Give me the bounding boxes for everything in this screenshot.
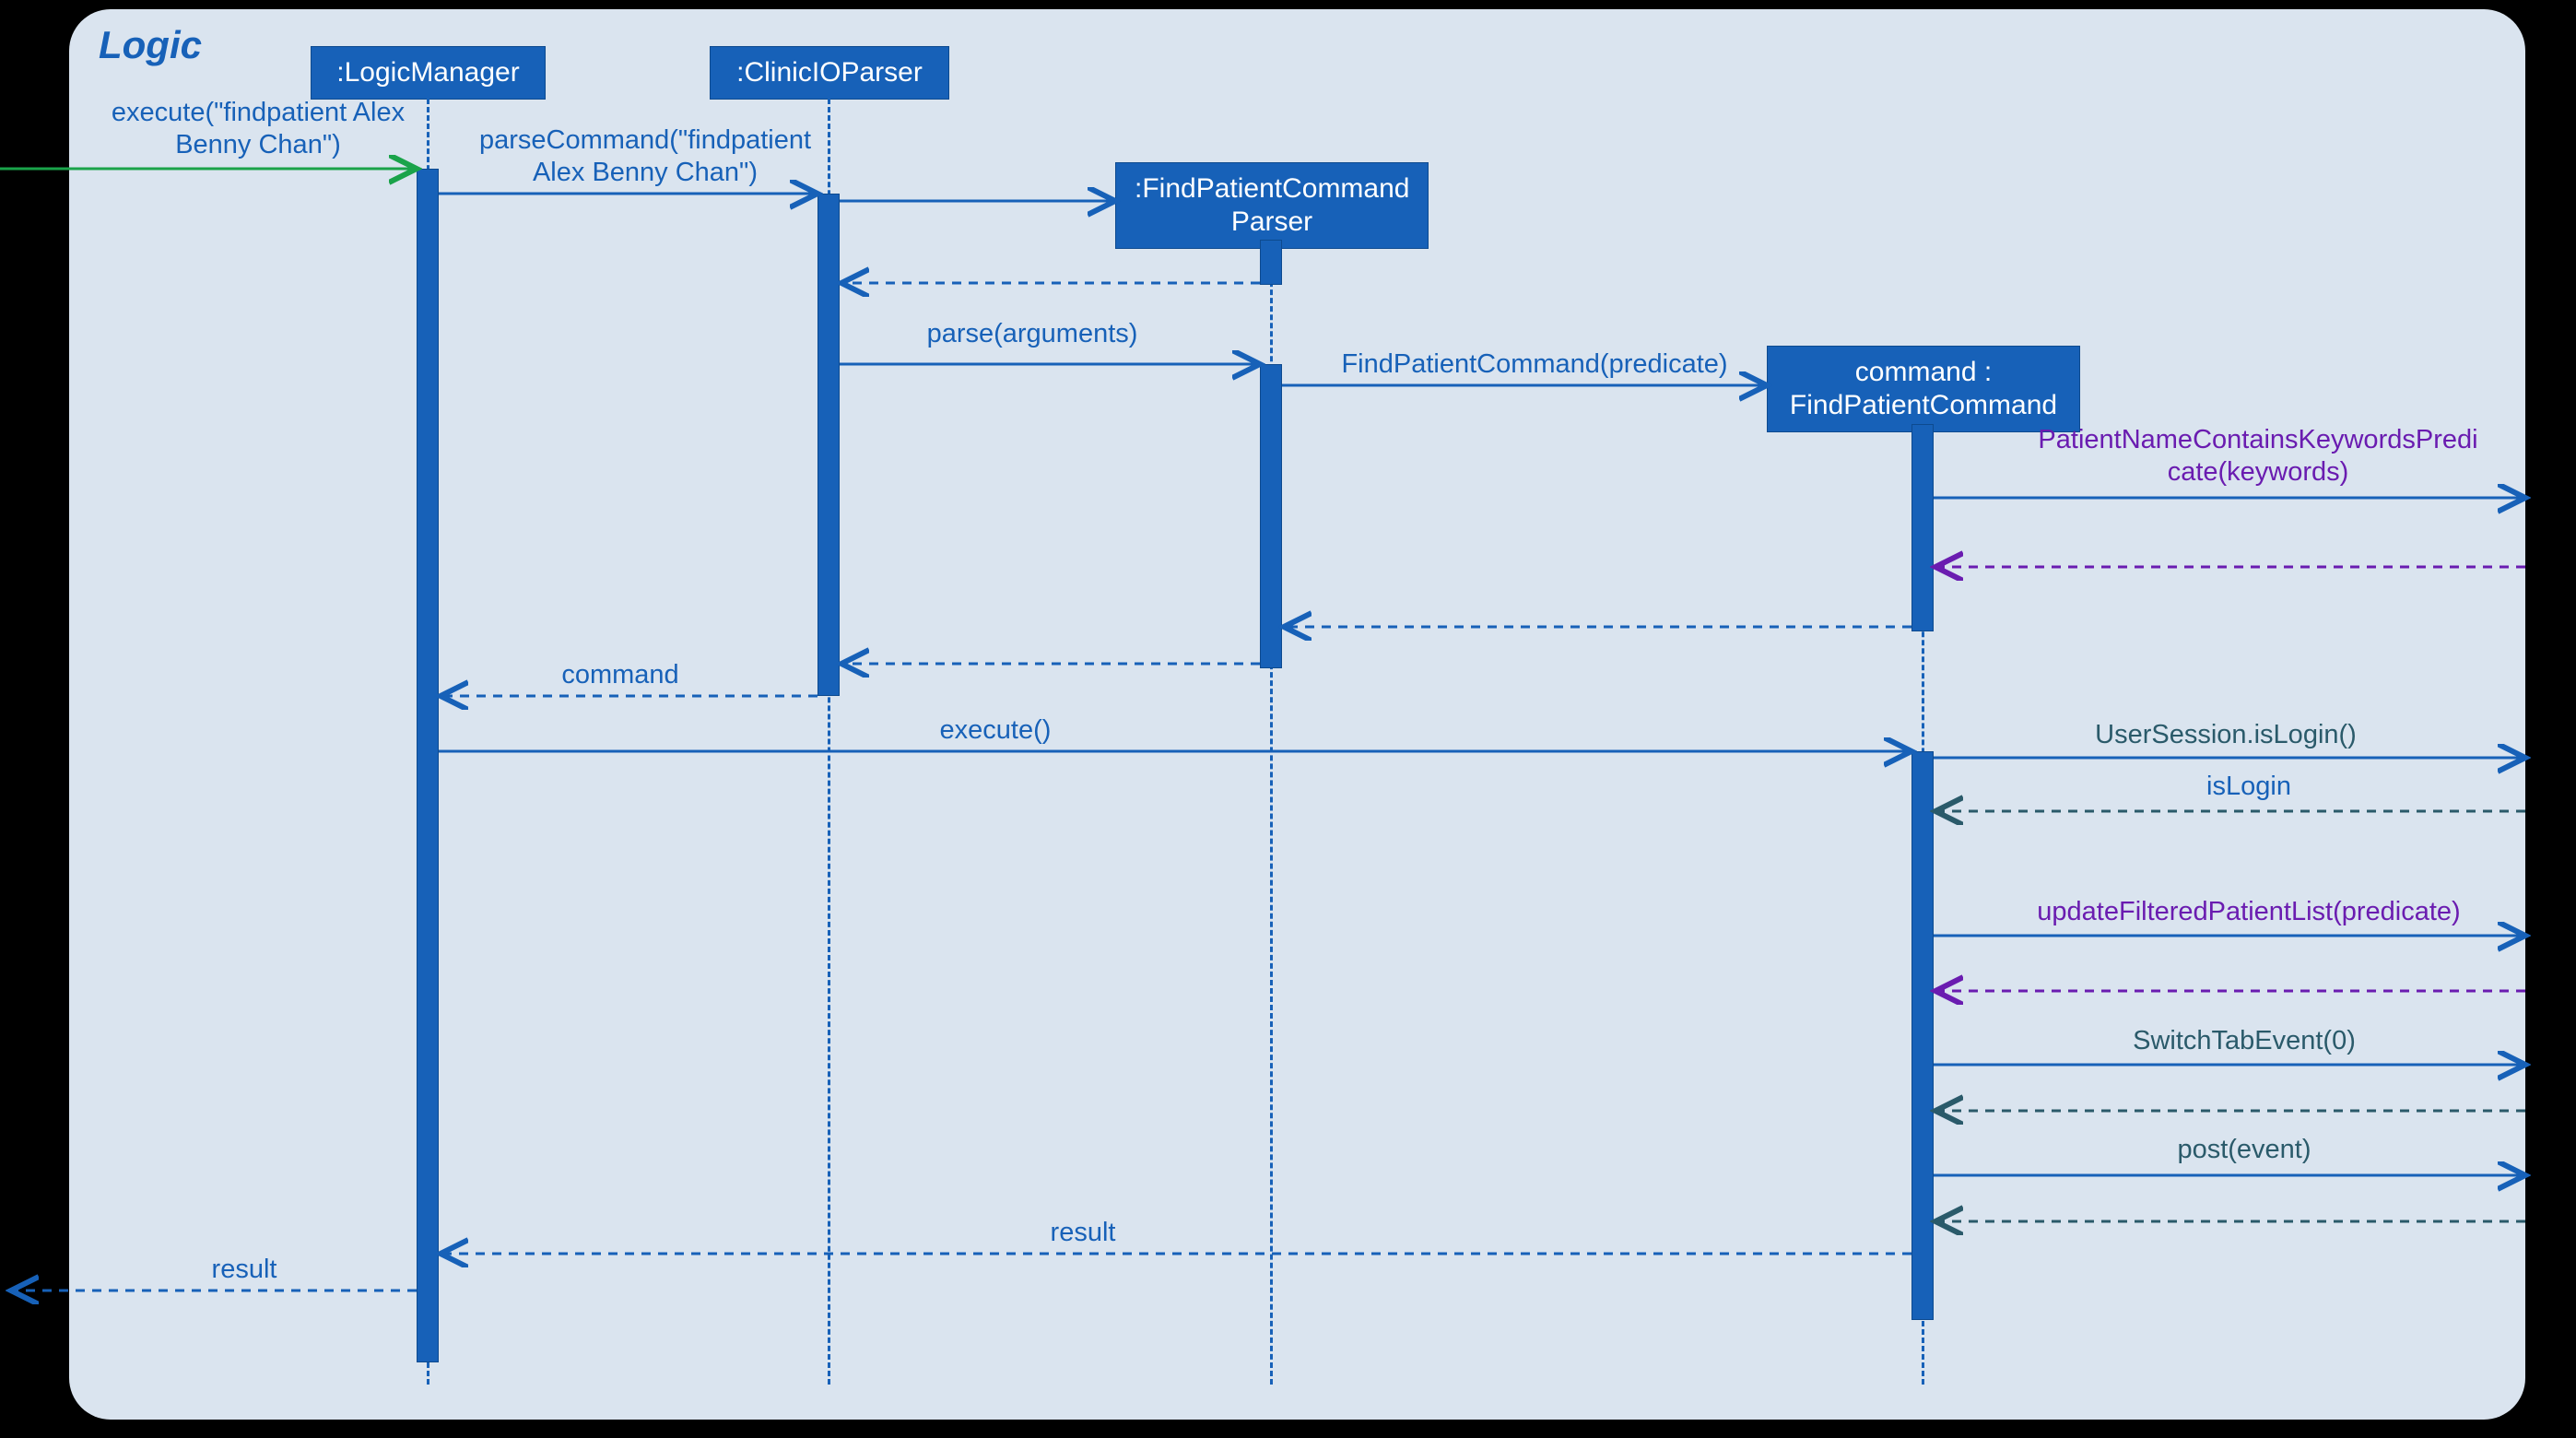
activation-fpcp-1 [1260, 240, 1282, 285]
activation-fpc-1 [1911, 424, 1934, 631]
msg-parse-command: parseCommand("findpatientAlex Benny Chan… [452, 124, 839, 189]
participant-find-patient-command: command :FindPatientCommand [1767, 346, 2080, 432]
participant-find-patient-command-parser: :FindPatientCommandParser [1115, 162, 1429, 249]
activation-logic-manager [417, 169, 439, 1362]
participant-label: :ClinicIOParser [736, 57, 923, 88]
msg-post-event: post(event) [2129, 1134, 2359, 1166]
activation-fpc-2 [1911, 751, 1934, 1320]
msg-find-patient-command-predicate: FindPatientCommand(predicate) [1304, 348, 1765, 381]
msg-is-login-return: isLogin [2157, 771, 2341, 803]
participant-clinicio-parser: :ClinicIOParser [710, 46, 949, 100]
participant-label: :LogicManager [336, 57, 519, 88]
frame-label: Logic [99, 23, 202, 67]
msg-user-session-is-login: UserSession.isLogin() [1995, 719, 2456, 751]
msg-execute-call: execute() [903, 714, 1088, 747]
activation-clinicio-parser [817, 194, 840, 696]
participant-logic-manager: :LogicManager [311, 46, 546, 100]
msg-parse-arguments: parse(arguments) [885, 318, 1180, 350]
msg-result-mid: result [1014, 1217, 1152, 1249]
msg-execute-findpatient: execute("findpatient AlexBenny Chan") [88, 97, 429, 161]
msg-switch-tab-event: SwitchTabEvent(0) [2083, 1025, 2405, 1057]
msg-update-filtered-patient-list: updateFilteredPatientList(predicate) [1995, 896, 2502, 928]
msg-result-final: result [175, 1254, 313, 1286]
msg-command-return: command [528, 659, 712, 691]
activation-fpcp-2 [1260, 364, 1282, 668]
msg-patient-name-contains-keywords: PatientNameContainsKeywordsPredicate(key… [2000, 424, 2516, 489]
